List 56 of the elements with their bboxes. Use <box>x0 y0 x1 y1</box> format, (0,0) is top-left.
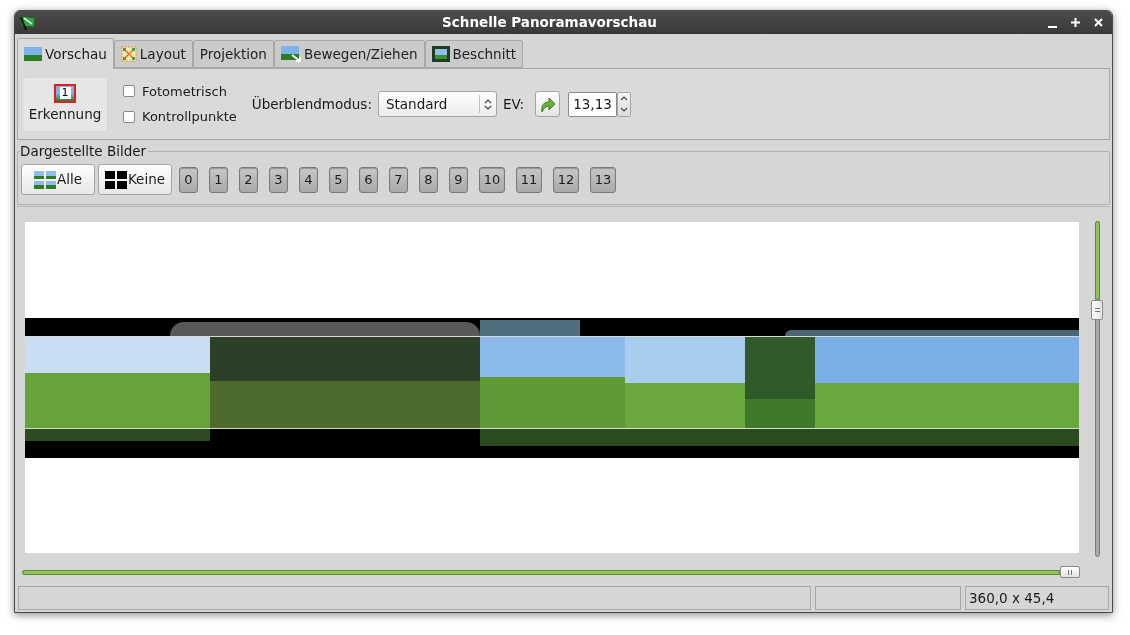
grid-icon <box>120 46 137 62</box>
image-toggle[interactable]: 1 <box>209 166 228 193</box>
tab[interactable]: Projektion <box>192 40 274 68</box>
chevron-up-icon <box>620 95 629 101</box>
image-toggle[interactable]: 4 <box>299 166 318 193</box>
curved-arrow-icon <box>539 95 557 113</box>
image-toggle[interactable]: 6 <box>359 166 378 193</box>
image-tiles-icon <box>33 170 56 189</box>
landscape-icon <box>24 47 42 61</box>
show-none-button[interactable]: Keine <box>98 164 172 195</box>
tab[interactable]: Layout <box>113 40 193 68</box>
identify-button[interactable]: 1 Erkennung <box>23 77 107 131</box>
chevron-down-icon <box>620 107 629 113</box>
image-toggle[interactable]: 0 <box>179 166 198 193</box>
checkbox[interactable] <box>123 110 135 123</box>
close-icon <box>1093 18 1103 27</box>
image-toggle[interactable]: 9 <box>449 166 468 193</box>
group-title: Dargestellte Bilder <box>20 143 149 159</box>
window-title: Schnelle Panoramavorschau <box>441 13 658 33</box>
up-down-chevron-icon <box>483 97 492 111</box>
horizontal-slider-track[interactable] <box>22 566 1080 578</box>
image-toggle[interactable]: 12 <box>553 166 579 193</box>
image-toggle[interactable]: 11 <box>516 166 542 193</box>
close-button[interactable] <box>1093 17 1103 28</box>
reset-button[interactable] <box>535 91 561 117</box>
image-toggle[interactable]: 8 <box>419 166 438 193</box>
checkbox[interactable] <box>123 85 135 98</box>
tab[interactable]: Vorschau <box>17 38 114 69</box>
tab[interactable]: Bewegen/Ziehen <box>273 40 425 68</box>
image-toggle[interactable]: 10 <box>479 166 505 193</box>
vertical-slider-track[interactable] <box>1090 221 1104 557</box>
ev-field[interactable]: 13,13 <box>568 91 618 117</box>
framed-landscape-icon <box>431 46 450 62</box>
image-toggle[interactable]: 13 <box>590 166 616 193</box>
checkbox-label[interactable]: Kontrollpunkte <box>142 107 237 127</box>
ev-label: EV: <box>502 94 525 114</box>
slider-handle[interactable] <box>1091 300 1103 320</box>
image-size-text: 360,0 x 45,4 <box>969 588 1055 608</box>
checkbox-label[interactable]: Fotometrisch <box>142 81 227 101</box>
image-toggle[interactable]: 7 <box>389 166 408 193</box>
maximize-button[interactable] <box>1070 17 1080 28</box>
dark-tiles-icon <box>104 170 127 189</box>
image-toggle[interactable]: 2 <box>239 166 258 193</box>
blend-mode-dropdown[interactable]: Standard <box>377 91 497 117</box>
tab[interactable]: Beschnitt <box>424 40 523 68</box>
show-all-button[interactable]: Alle <box>21 164 95 195</box>
slider-handle[interactable] <box>1060 566 1080 578</box>
landscape-arrow-icon <box>280 46 301 62</box>
maximize-icon <box>1070 18 1080 27</box>
flag-icon <box>18 14 36 31</box>
numbered-image-icon: 1 <box>54 83 76 103</box>
image-toggle[interactable]: 3 <box>269 166 288 193</box>
minimize-icon <box>1047 25 1057 28</box>
blend-mode-label: Überblendmodus: <box>251 94 372 114</box>
image-toggle[interactable]: 5 <box>329 166 348 193</box>
spin-buttons[interactable] <box>617 91 632 117</box>
